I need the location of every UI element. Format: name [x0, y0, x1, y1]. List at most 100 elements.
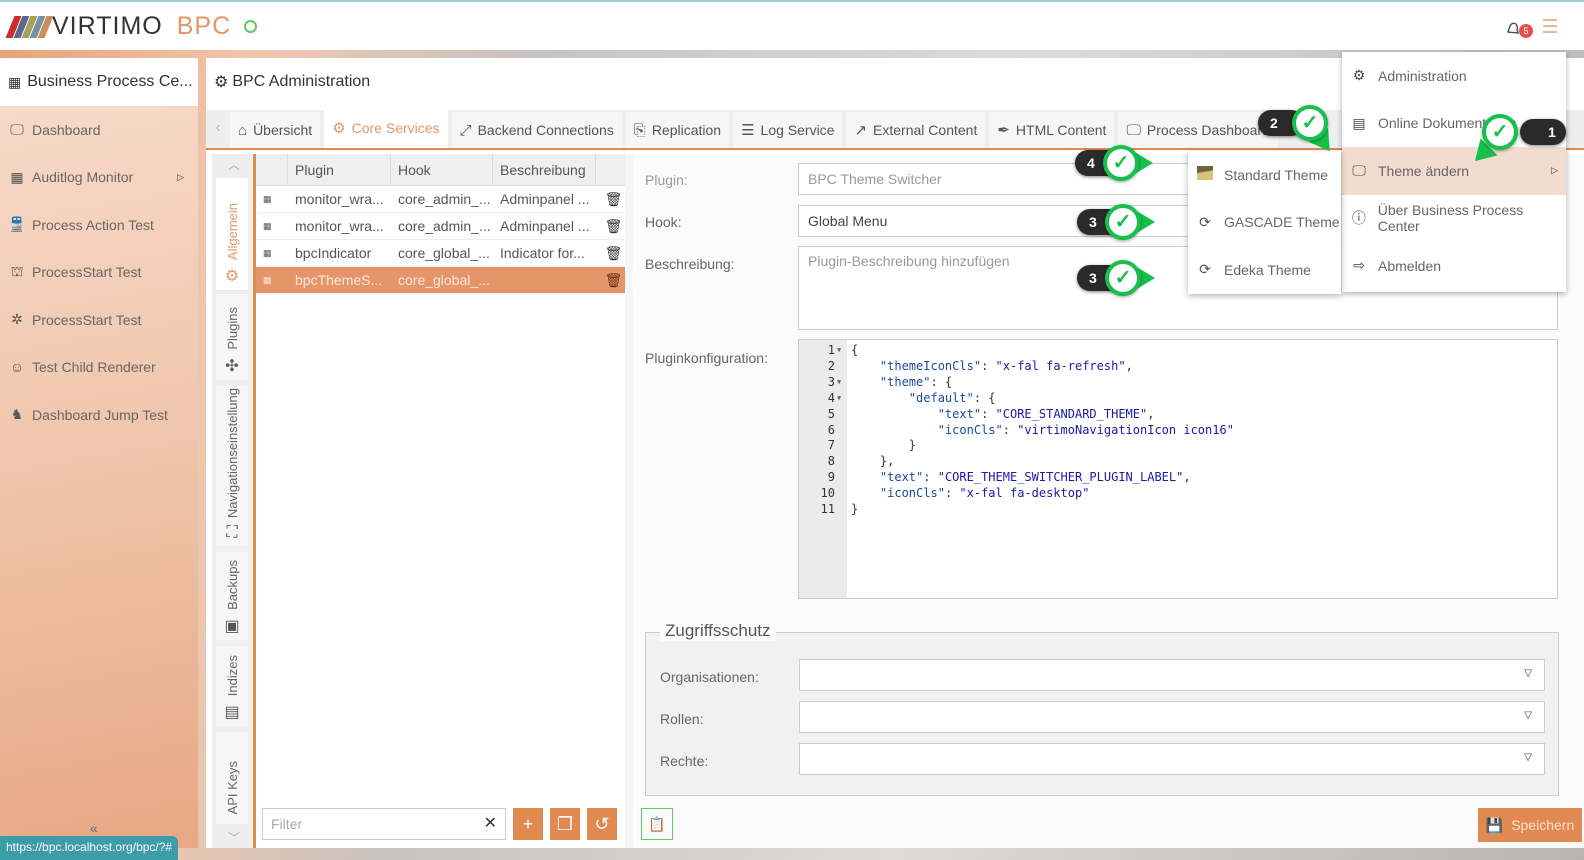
fold-toggle-icon[interactable]: ▼ [837, 390, 841, 406]
drag-handle-icon[interactable]: ▦ [256, 275, 288, 286]
dropdown-arrow-icon[interactable]: ▽ [1524, 710, 1532, 721]
menu-item[interactable]: ⚙ Administration [1342, 52, 1566, 100]
code-line: 5 "text": "CORE_STANDARD_THEME", [799, 406, 1557, 422]
refresh-icon: ⟳ [1199, 261, 1211, 278]
organisations-combo[interactable]: ▽ [799, 659, 1545, 691]
tab-log-service[interactable]: ☰ Log Service [733, 112, 843, 148]
list-icon: ☰ [741, 122, 755, 139]
drag-handle-icon[interactable]: ▦ [256, 248, 288, 259]
table-row[interactable]: ▦ monitor_wra... core_admin_... Adminpanel … [256, 213, 625, 240]
vtab-label: Allgemein [224, 202, 240, 260]
vtab-navigationseinstellung[interactable]: Navigationseinstellung ⛶ [216, 386, 248, 546]
fold-toggle-icon[interactable]: ▼ [837, 374, 841, 390]
vtab-backups[interactable]: Backups ▣ [216, 552, 248, 640]
spider-icon: ✲ [11, 311, 23, 328]
table-row[interactable]: ▦ monitor_wra... core_admin_... Adminpanel … [256, 186, 625, 213]
nav-item[interactable]: ☺ Test Child Renderer [0, 344, 198, 392]
line-number: 9 [827, 470, 835, 485]
table-row[interactable]: ▦ bpcIndicator core_global_... Indicator fo… [256, 240, 625, 267]
vtab-scroll-up-icon[interactable]: ︿ [228, 156, 240, 173]
vtab-allgemein[interactable]: Allgemein ⚙ [216, 178, 248, 290]
drag-handle-icon[interactable]: ▦ [256, 221, 288, 232]
status-url: https://bpc.localhost.org/bpc/?# [0, 836, 179, 860]
cell-plugin: bpcIndicator [295, 245, 372, 261]
grid-header-beschreibung[interactable]: Beschreibung [493, 154, 596, 185]
vtab-plugins[interactable]: Plugins ✣ [216, 294, 248, 380]
product-name: BPC [176, 12, 232, 40]
roles-combo[interactable]: ▽ [799, 701, 1545, 733]
theme-menu-item[interactable]: ⟳ GASCADE Theme [1188, 199, 1341, 247]
nav-item[interactable]: ♞ Dashboard Jump Test [0, 391, 198, 439]
dropdown-arrow-icon[interactable]: ▽ [1524, 668, 1532, 679]
add-plugin-button[interactable]: + [513, 808, 543, 840]
grid-header-hook[interactable]: Hook [391, 154, 493, 185]
tab-scroll-left-icon[interactable]: ‹ [206, 108, 230, 148]
database-icon: ▤ [224, 704, 240, 721]
hamburger-menu-icon[interactable] [1543, 19, 1557, 37]
save-button[interactable]: 💾 Speichern [1478, 808, 1582, 842]
check-icon: ✓ [1292, 105, 1328, 141]
copy-plugin-button[interactable]: ❐ [550, 808, 580, 840]
config-code-editor[interactable]: 1 ▼{2 "themeIconCls": "x-fal fa-refresh",… [798, 339, 1558, 599]
line-code: } [851, 502, 859, 516]
rights-combo[interactable]: ▽ [799, 743, 1545, 775]
menu-item[interactable]: 🖵 Theme ändern ▷ [1342, 147, 1566, 195]
tab-backend-connections[interactable]: ⤢ Backend Connections [451, 112, 622, 148]
dropdown-arrow-icon[interactable]: ▽ [1524, 752, 1532, 763]
virtimo-logo[interactable]: VIRTIMO BPC [5, 12, 232, 41]
annotation-marker-1: 1 ✓ [1466, 114, 1572, 170]
plugin-grid: Plugin Hook Beschreibung ▦ monitor_wra...… [253, 154, 625, 848]
clipboard-icon: 📋 [648, 816, 666, 832]
theme-menu-item[interactable]: ⟳ Edeka Theme [1188, 246, 1341, 294]
vtab-api-keys[interactable]: API Keys [216, 732, 248, 824]
nav-item[interactable]: ▦ Auditlog Monitor ▷ [0, 154, 198, 202]
submenu-arrow-icon[interactable]: ▷ [177, 172, 184, 183]
tab-core-services[interactable]: ⚙ Core Services [324, 108, 448, 148]
fold-toggle-icon[interactable]: ▼ [837, 342, 841, 358]
grid-header-plugin[interactable]: Plugin [288, 154, 391, 185]
check-icon: ✓ [1482, 114, 1518, 150]
status-indicator-icon[interactable] [244, 20, 257, 33]
annotation-marker-3a: 3 ✓ [1077, 204, 1157, 240]
tab-replication[interactable]: ⎘ Replication [625, 112, 730, 148]
nav-item[interactable]: 🚆 Process Action Test [0, 201, 198, 249]
puzzle-icon: ✣ [225, 358, 239, 375]
vtab-scroll-down-icon[interactable]: ﹀ [228, 829, 240, 846]
tab-übersicht[interactable]: ⌂ Übersicht [230, 112, 321, 148]
cogs-icon: ⚙ [332, 120, 346, 137]
tab-external-content[interactable]: ↗ External Content [846, 112, 986, 148]
trash-icon[interactable]: 🗑 [596, 245, 624, 262]
logo-mark-icon [5, 15, 54, 38]
clipboard-button[interactable]: 📋 [641, 808, 673, 840]
tab-process-dashboard[interactable]: 🖵 Process Dashboard [1118, 112, 1278, 148]
nav-item[interactable]: 🖵 Dashboard [0, 106, 198, 154]
filter-input[interactable]: Filter ✕ [262, 808, 506, 840]
theme-menu-item[interactable]: Standard Theme [1188, 151, 1341, 199]
roles-label: Rollen: [660, 711, 704, 727]
menu-item-label: Theme ändern [1378, 162, 1470, 179]
nav-item[interactable]: ✲ ProcessStart Test [0, 296, 198, 344]
hook-label: Hook: [645, 214, 682, 230]
trash-icon[interactable]: 🗑 [596, 272, 624, 289]
trash-icon[interactable]: 🗑 [596, 218, 624, 235]
menu-item-label: Abmelden [1378, 257, 1442, 274]
grid-header-handle [256, 154, 288, 185]
menu-item[interactable]: ⓘ Über Business Process Center [1342, 195, 1566, 243]
theme-menu-item-label: Standard Theme [1224, 166, 1329, 183]
access-protection-fieldset: Zugriffsschutz Organisationen: ▽ Rollen:… [645, 621, 1559, 796]
undo-icon: ↺ [594, 814, 610, 834]
collapse-panel-button[interactable]: « [90, 820, 98, 836]
submenu-arrow-icon[interactable]: ▷ [1551, 165, 1558, 176]
menu-item[interactable]: ⇨ Abmelden [1342, 242, 1566, 290]
drag-handle-icon[interactable]: ▦ [256, 194, 288, 205]
tab-html-content[interactable]: ✒ HTML Content [989, 112, 1115, 148]
clear-filter-icon[interactable]: ✕ [484, 809, 497, 839]
line-code: "default": { [908, 390, 996, 405]
grid-header: Plugin Hook Beschreibung [256, 154, 625, 186]
nav-item[interactable]: ⛫ ProcessStart Test [0, 249, 198, 297]
panel-splitter[interactable] [625, 154, 633, 848]
reset-button[interactable]: ↺ [587, 808, 617, 840]
vtab-indizes[interactable]: Indizes ▤ [216, 646, 248, 726]
table-row[interactable]: ▦ bpcThemeS... core_global_... 🗑 [256, 267, 625, 294]
trash-icon[interactable]: 🗑 [596, 191, 624, 208]
